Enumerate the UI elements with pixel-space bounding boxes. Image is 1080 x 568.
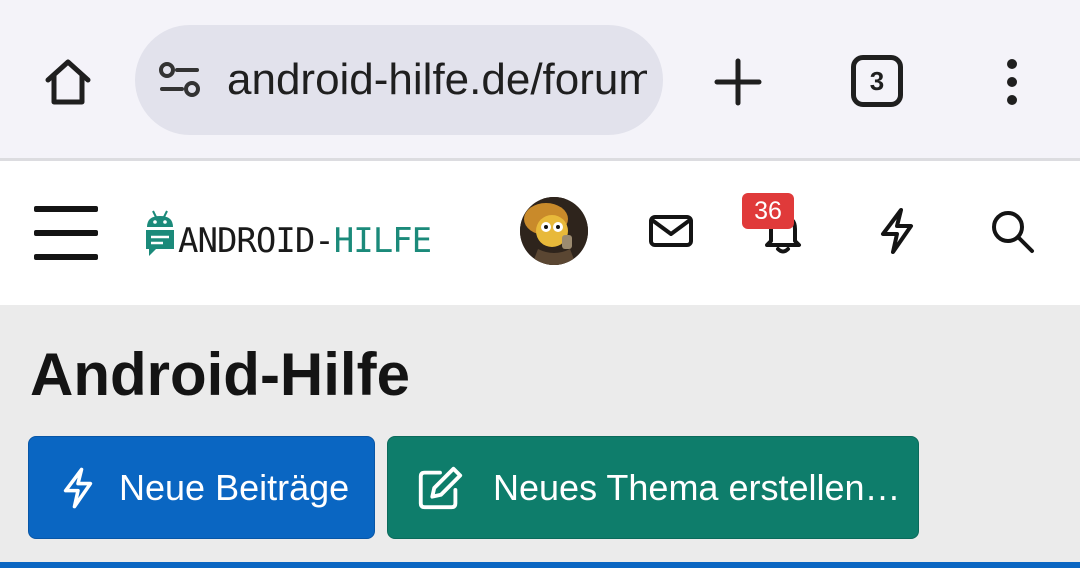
page-title: Android-Hilfe (30, 341, 410, 408)
logo-text-part1: ANDROID- (178, 221, 335, 261)
edit-icon (415, 463, 465, 513)
new-posts-label: Neue Beiträge (119, 466, 350, 508)
logo-text-part2: HILFE (333, 221, 432, 261)
tab-count: 3 (869, 65, 885, 96)
site-logo[interactable]: ANDROID-HILFE (144, 201, 432, 261)
android-logo-icon (146, 210, 174, 256)
home-icon[interactable] (38, 52, 98, 112)
hamburger-icon[interactable] (34, 206, 98, 260)
avatar[interactable] (520, 197, 588, 265)
tab-switcher-icon[interactable]: 3 (851, 55, 903, 107)
bolt-icon[interactable] (869, 203, 925, 259)
bolt-icon (53, 463, 103, 513)
more-vert-icon[interactable] (990, 52, 1034, 112)
browser-toolbar: android-hilfe.de/forum 3 (0, 0, 1080, 158)
new-thread-button[interactable]: Neues Thema erstellen… (387, 436, 919, 539)
notification-badge: 36 (742, 193, 794, 229)
content-divider (0, 562, 1080, 568)
search-icon[interactable] (984, 203, 1040, 259)
plus-icon[interactable] (708, 52, 768, 112)
site-info-icon[interactable] (157, 57, 203, 103)
site-header: ANDROID-HILFE 36 (0, 161, 1080, 305)
new-thread-label: Neues Thema erstellen… (493, 466, 901, 508)
new-posts-button[interactable]: Neue Beiträge (28, 436, 375, 539)
mail-icon[interactable] (643, 203, 699, 259)
url-text[interactable]: android-hilfe.de/forum (227, 25, 647, 135)
address-bar[interactable]: android-hilfe.de/forum (135, 25, 663, 135)
